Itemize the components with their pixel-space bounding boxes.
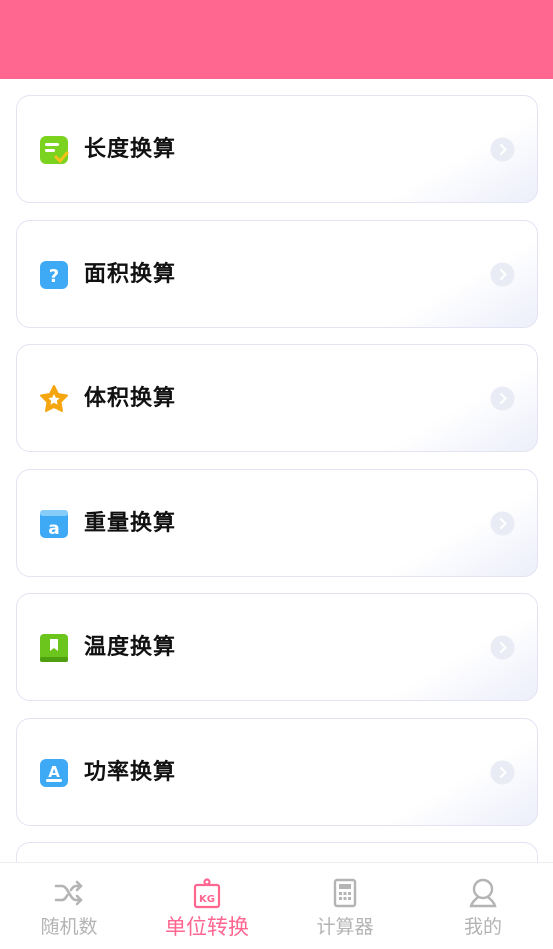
question-icon: ? bbox=[40, 261, 68, 289]
star-icon bbox=[40, 385, 68, 412]
letter-a-box-icon: A bbox=[40, 759, 68, 787]
tab-label: 随机数 bbox=[40, 916, 98, 938]
bookmark-icon bbox=[40, 634, 68, 662]
bottom-tab-bar: 随机数 KG 单位转换 计算器 我的 bbox=[0, 862, 553, 949]
svg-text:KG: KG bbox=[199, 894, 215, 905]
shuffle-icon bbox=[54, 880, 83, 906]
tab-calculator[interactable]: 计算器 bbox=[276, 863, 414, 949]
chevron-right-icon bbox=[490, 137, 515, 162]
tab-mine[interactable]: 我的 bbox=[414, 863, 552, 949]
chevron-right-icon bbox=[490, 386, 515, 411]
converter-list: 长度换算 ? 面积换算 体积换算 a 重量换算 温度换算 A 功率换算 bbox=[0, 79, 553, 862]
letter-a-icon: a bbox=[40, 510, 68, 539]
user-icon bbox=[469, 878, 497, 908]
converter-item-label: 温度换算 bbox=[84, 635, 177, 660]
tab-label: 单位转换 bbox=[165, 915, 249, 939]
calculator-icon bbox=[333, 878, 357, 908]
tab-label: 我的 bbox=[463, 916, 502, 938]
tab-random-number[interactable]: 随机数 bbox=[0, 863, 138, 949]
converter-item-label: 长度换算 bbox=[84, 137, 177, 162]
chevron-right-icon bbox=[490, 262, 515, 287]
converter-item-weight[interactable]: a 重量换算 bbox=[16, 469, 538, 577]
converter-item-partial[interactable] bbox=[16, 842, 538, 862]
chevron-right-icon bbox=[490, 760, 515, 785]
converter-item-label: 功率换算 bbox=[84, 760, 177, 785]
svg-text:A: A bbox=[48, 763, 60, 781]
converter-item-label: 体积换算 bbox=[84, 386, 177, 411]
chevron-right-icon bbox=[490, 511, 515, 536]
svg-text:?: ? bbox=[49, 266, 59, 287]
kg-weight-icon: KG bbox=[193, 878, 221, 909]
converter-item-label: 面积换算 bbox=[84, 262, 177, 287]
notes-check-icon bbox=[40, 136, 69, 164]
chevron-right-icon bbox=[490, 635, 515, 660]
svg-text:a: a bbox=[48, 519, 59, 539]
converter-item-length[interactable]: 长度换算 bbox=[16, 95, 538, 203]
tab-unit-conversion[interactable]: KG 单位转换 bbox=[138, 863, 276, 949]
converter-item-area[interactable]: ? 面积换算 bbox=[16, 220, 538, 328]
tab-label: 计算器 bbox=[316, 916, 374, 938]
converter-item-power[interactable]: A 功率换算 bbox=[16, 718, 538, 826]
header-bar bbox=[0, 0, 553, 79]
converter-item-label: 重量换算 bbox=[84, 511, 177, 536]
converter-item-volume[interactable]: 体积换算 bbox=[16, 344, 538, 452]
converter-item-temperature[interactable]: 温度换算 bbox=[16, 593, 538, 701]
